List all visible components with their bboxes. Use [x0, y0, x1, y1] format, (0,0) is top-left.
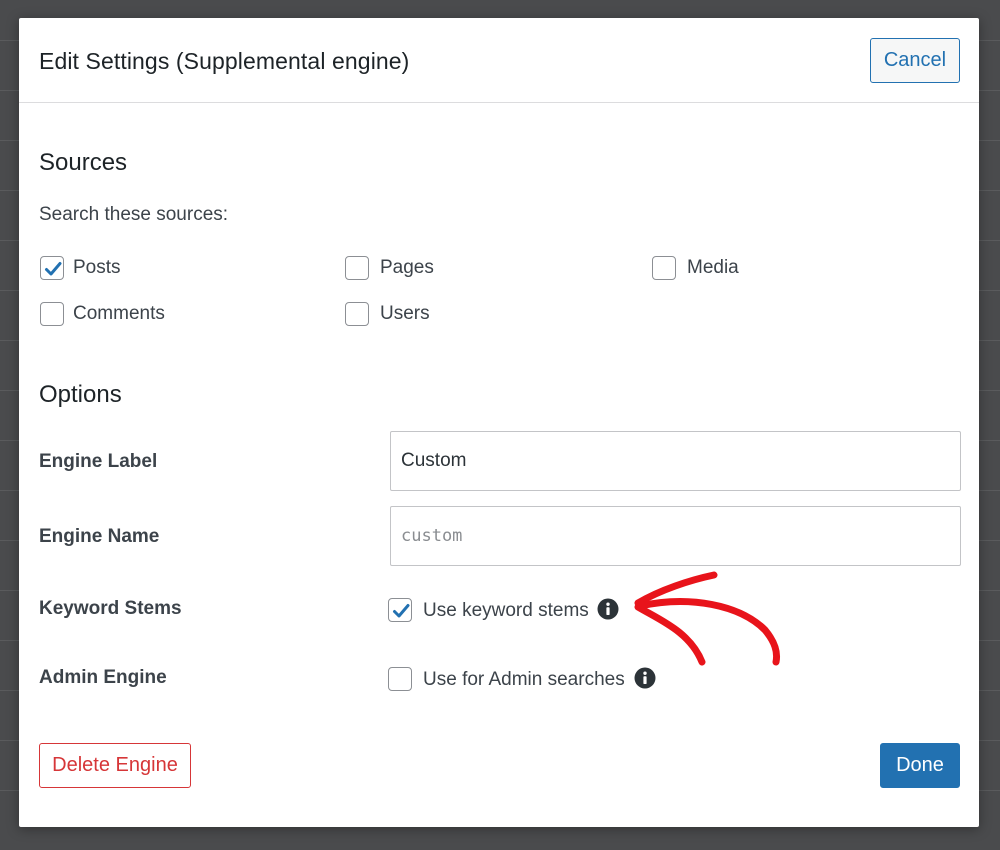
- red-arrow-annotation: [634, 571, 781, 666]
